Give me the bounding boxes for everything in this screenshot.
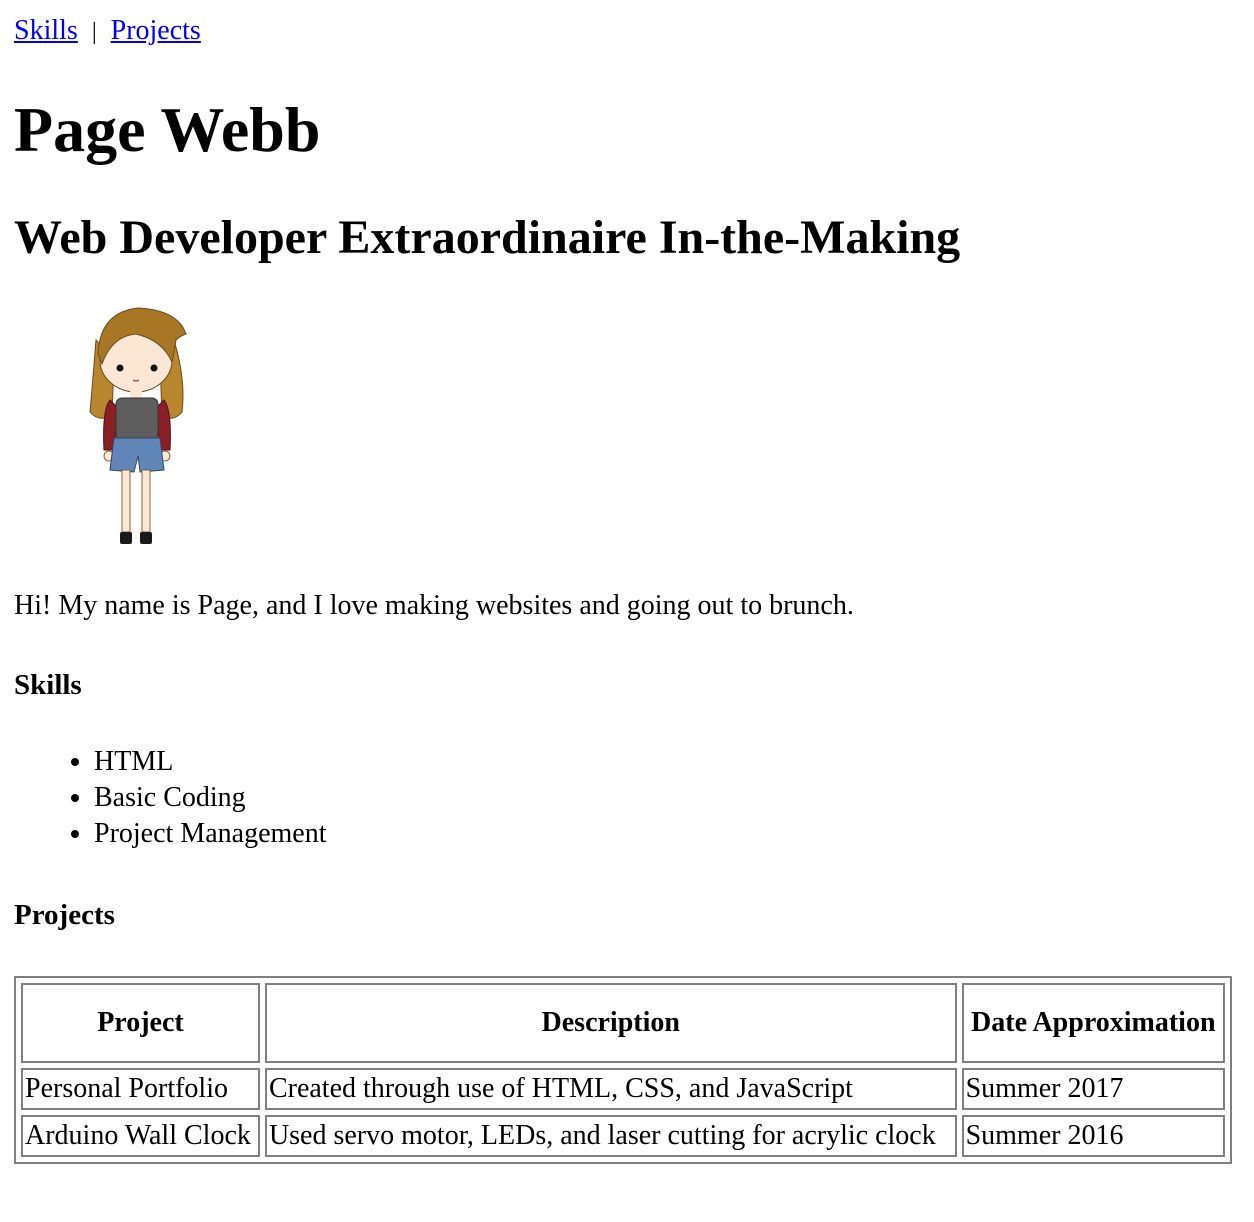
table-cell-description: Used servo motor, LEDs, and laser cuttin… bbox=[264, 1115, 957, 1157]
nav-link-skills[interactable]: Skills bbox=[14, 15, 78, 46]
column-header-date: Date Approximation bbox=[961, 983, 1225, 1063]
avatar-illustration bbox=[89, 307, 187, 544]
page-title: Page Webb bbox=[14, 94, 321, 165]
table-cell-project: Arduino Wall Clock bbox=[21, 1115, 260, 1157]
projects-heading: Projects bbox=[14, 899, 115, 931]
table-cell-project: Personal Portfolio bbox=[21, 1068, 260, 1110]
column-header-project: Project bbox=[21, 983, 260, 1063]
avatar-shorts bbox=[109, 437, 165, 473]
skills-list: HTML Basic Coding Project Management bbox=[0, 744, 326, 852]
nav-link-projects[interactable]: Projects bbox=[111, 15, 201, 46]
intro-paragraph: Hi! My name is Page, and I love making w… bbox=[14, 590, 854, 621]
nav-separator: | bbox=[91, 19, 97, 45]
table-row: Arduino Wall Clock Used servo motor, LED… bbox=[21, 1115, 1225, 1157]
skills-heading: Skills bbox=[14, 669, 82, 701]
avatar-shirt bbox=[115, 397, 159, 441]
list-item: HTML bbox=[94, 744, 326, 780]
table-cell-date: Summer 2017 bbox=[961, 1068, 1225, 1110]
page-subtitle: Web Developer Extraordinaire In-the-Maki… bbox=[14, 211, 961, 264]
table-cell-description: Created through use of HTML, CSS, and Ja… bbox=[264, 1068, 957, 1110]
portfolio-page: Skills | Projects Page Webb Web Developer … bbox=[0, 0, 1254, 1222]
column-header-description: Description bbox=[264, 983, 957, 1063]
list-item: Project Management bbox=[94, 816, 326, 852]
table-row: Personal Portfolio Created through use o… bbox=[21, 1068, 1225, 1110]
projects-table: Project Description Date Approximation P… bbox=[14, 976, 1232, 1164]
top-nav: Skills | Projects bbox=[14, 14, 201, 49]
avatar-shoes bbox=[120, 532, 132, 544]
table-header-row: Project Description Date Approximation bbox=[21, 983, 1225, 1063]
table-cell-date: Summer 2016 bbox=[961, 1115, 1225, 1157]
list-item: Basic Coding bbox=[94, 780, 326, 816]
